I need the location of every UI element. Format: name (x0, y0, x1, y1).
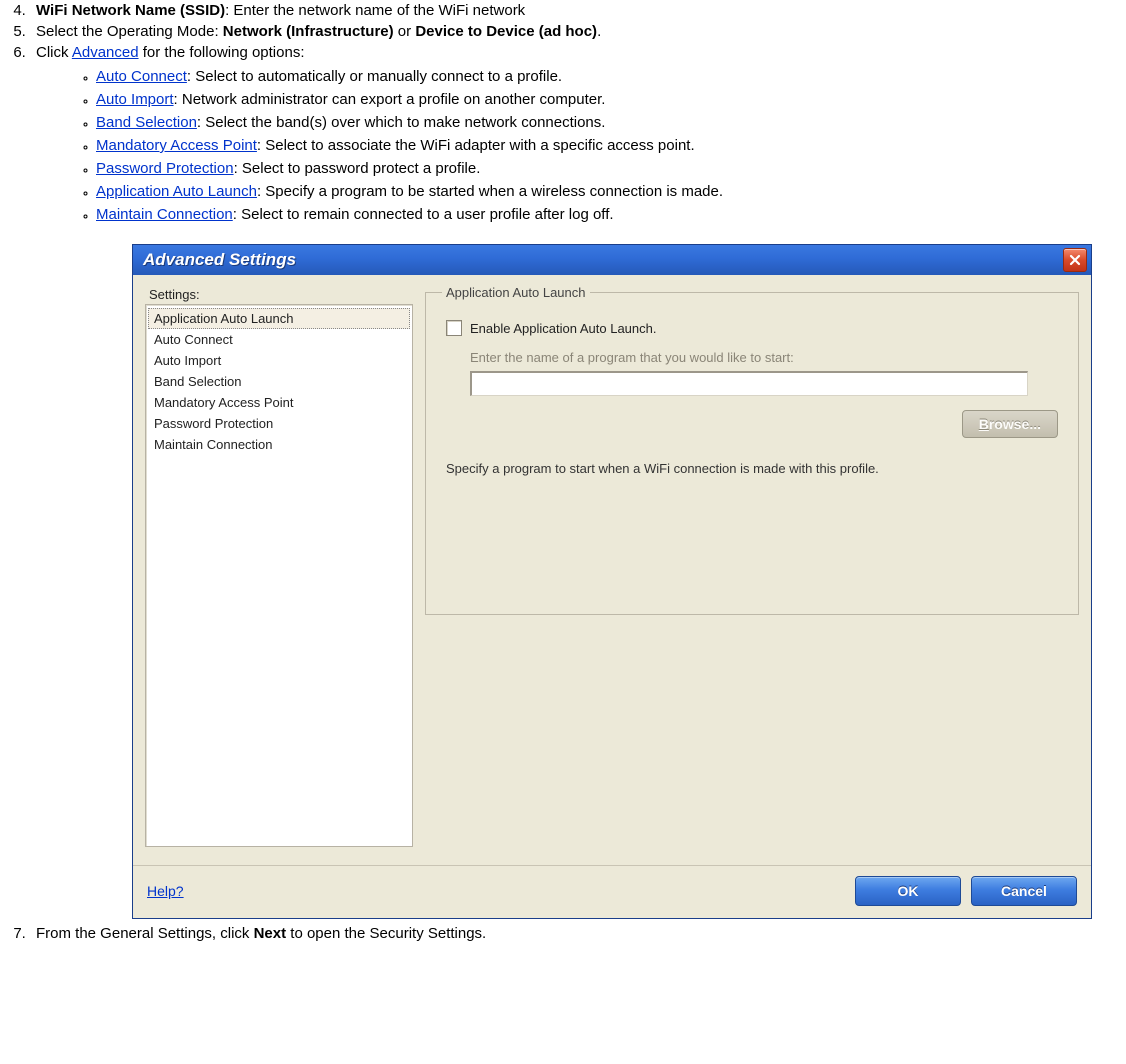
program-hint: Enter the name of a program that you wou… (470, 350, 1062, 365)
close-icon (1069, 254, 1081, 266)
step-7-pre: From the General Settings, click (36, 925, 254, 942)
program-path-input[interactable] (470, 371, 1028, 396)
option-band-selection: Band Selection: Select the band(s) over … (96, 111, 1126, 134)
mandatory-ap-link[interactable]: Mandatory Access Point (96, 137, 257, 154)
browse-button[interactable]: Browse... (962, 410, 1058, 438)
advanced-link[interactable]: Advanced (72, 44, 139, 61)
option-app-auto-launch: Application Auto Launch: Specify a progr… (96, 180, 1126, 203)
step-5-b2: Device to Device (ad hoc) (415, 23, 597, 40)
step-4: WiFi Network Name (SSID): Enter the netw… (30, 0, 1126, 21)
auto-connect-text: : Select to automatically or manually co… (187, 68, 562, 85)
option-auto-import: Auto Import: Network administrator can e… (96, 88, 1126, 111)
option-maintain-connection: Maintain Connection: Select to remain co… (96, 203, 1126, 226)
auto-connect-link[interactable]: Auto Connect (96, 68, 187, 85)
settings-label: Settings: (149, 287, 413, 302)
dialog-title: Advanced Settings (143, 250, 1063, 270)
settings-item-mandatory-ap[interactable]: Mandatory Access Point (146, 392, 412, 413)
settings-item-password-protection[interactable]: Password Protection (146, 413, 412, 434)
close-button[interactable] (1063, 248, 1087, 272)
step-7-post: to open the Security Settings. (286, 925, 486, 942)
step-7: From the General Settings, click Next to… (30, 923, 1126, 944)
group-legend: Application Auto Launch (442, 285, 590, 300)
option-mandatory-ap: Mandatory Access Point: Select to associ… (96, 134, 1126, 157)
step-6-pre: Click (36, 44, 72, 61)
settings-item-auto-connect[interactable]: Auto Connect (146, 329, 412, 350)
auto-import-text: : Network administrator can export a pro… (174, 91, 606, 108)
auto-import-link[interactable]: Auto Import (96, 91, 174, 108)
ok-button[interactable]: OK (855, 876, 961, 906)
enable-auto-launch-label: Enable Application Auto Launch. (470, 321, 656, 336)
help-link[interactable]: Help? (147, 883, 845, 899)
step-4-text: : Enter the network name of the WiFi net… (225, 2, 525, 19)
step-5-pre: Select the Operating Mode: (36, 23, 223, 40)
step-5-b1: Network (Infrastructure) (223, 23, 394, 40)
band-selection-link[interactable]: Band Selection (96, 114, 197, 131)
step-6: Click Advanced for the following options… (30, 42, 1126, 923)
option-password-protection: Password Protection: Select to password … (96, 157, 1126, 180)
cancel-button[interactable]: Cancel (971, 876, 1077, 906)
app-auto-launch-link[interactable]: Application Auto Launch (96, 183, 257, 200)
settings-listbox[interactable]: Application Auto Launch Auto Connect Aut… (145, 304, 413, 847)
settings-item-app-auto-launch[interactable]: Application Auto Launch (148, 308, 410, 329)
maintain-connection-text: : Select to remain connected to a user p… (233, 206, 614, 223)
band-selection-text: : Select the band(s) over which to make … (197, 114, 606, 131)
dialog-titlebar: Advanced Settings (133, 245, 1091, 275)
step-5: Select the Operating Mode: Network (Infr… (30, 21, 1126, 42)
browse-button-label: Browse... (979, 416, 1041, 432)
step-5-post: . (597, 23, 601, 40)
enable-auto-launch-checkbox[interactable] (446, 320, 462, 336)
advanced-settings-dialog: Advanced Settings Settings: Application … (132, 244, 1092, 919)
group-description: Specify a program to start when a WiFi c… (446, 460, 1058, 478)
password-protection-link[interactable]: Password Protection (96, 160, 234, 177)
app-auto-launch-text: : Specify a program to be started when a… (257, 183, 723, 200)
settings-item-auto-import[interactable]: Auto Import (146, 350, 412, 371)
password-protection-text: : Select to password protect a profile. (234, 160, 481, 177)
settings-item-maintain-connection[interactable]: Maintain Connection (146, 434, 412, 455)
option-auto-connect: Auto Connect: Select to automatically or… (96, 65, 1126, 88)
step-7-bold: Next (254, 925, 287, 942)
step-5-mid: or (394, 23, 416, 40)
step-6-post: for the following options: (139, 44, 305, 61)
mandatory-ap-text: : Select to associate the WiFi adapter w… (257, 137, 695, 154)
app-auto-launch-group: Application Auto Launch Enable Applicati… (425, 285, 1079, 615)
step-4-bold: WiFi Network Name (SSID) (36, 2, 225, 19)
maintain-connection-link[interactable]: Maintain Connection (96, 206, 233, 223)
settings-item-band-selection[interactable]: Band Selection (146, 371, 412, 392)
